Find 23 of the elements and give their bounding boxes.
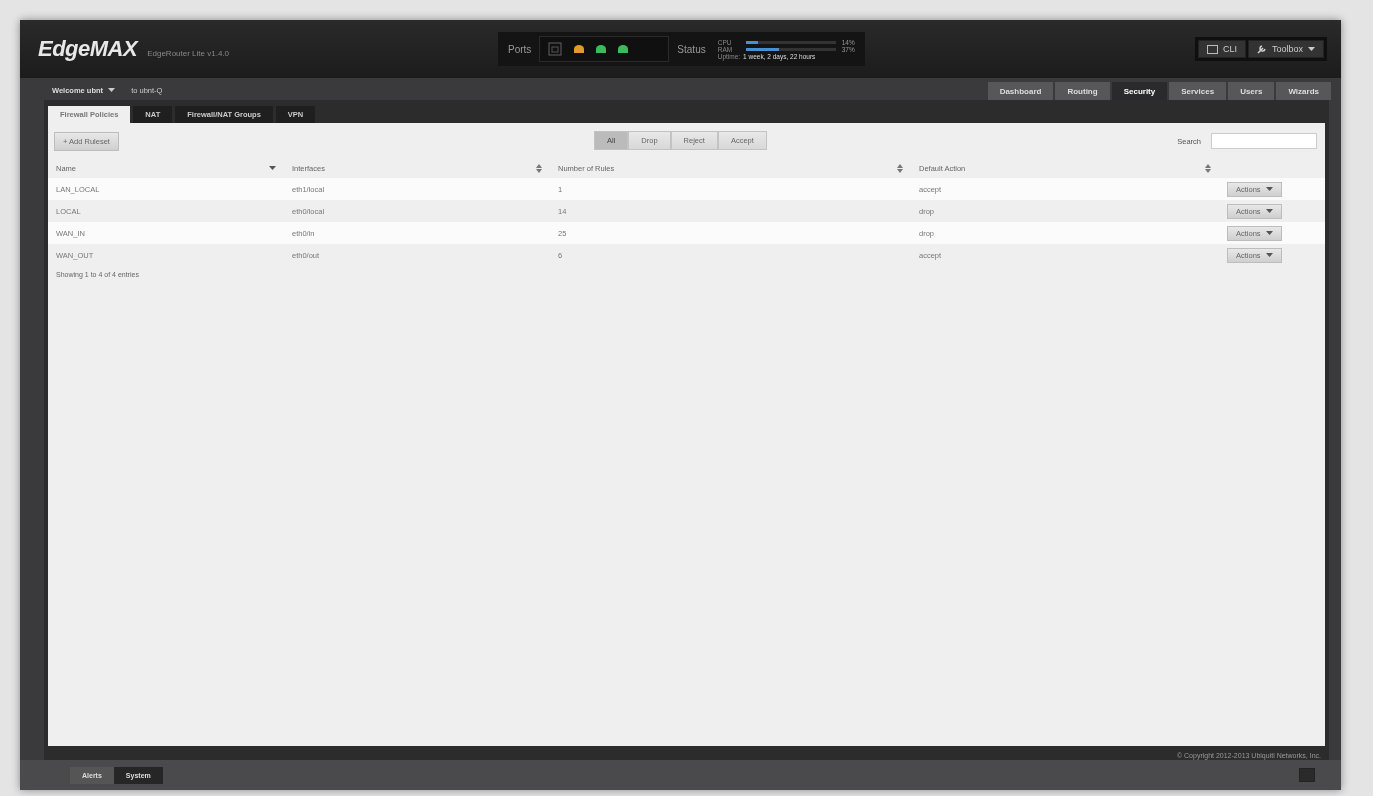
nav-tab[interactable]: Users — [1228, 82, 1275, 100]
terminal-icon — [1206, 44, 1218, 54]
caret-icon — [1265, 230, 1273, 236]
port-icon — [548, 42, 563, 56]
caret-icon — [108, 87, 116, 93]
status-label: Status — [677, 43, 706, 55]
nav-tab[interactable]: Wizards — [1276, 82, 1331, 100]
search-field[interactable] — [1211, 133, 1317, 149]
toolbox-button[interactable]: Toolbox — [1247, 40, 1324, 58]
caret-icon — [1265, 208, 1273, 214]
caret-icon — [1308, 46, 1315, 52]
ports-label: Ports — [508, 43, 532, 55]
wrench-icon — [1256, 44, 1267, 54]
nav-tab[interactable]: Security — [1111, 82, 1168, 100]
logo: EdgeMAX — [38, 36, 138, 62]
cli-button[interactable]: CLI — [1197, 40, 1246, 58]
nav-tab[interactable]: Routing — [1055, 82, 1110, 100]
expand-button[interactable] — [1299, 768, 1315, 782]
product-version: EdgeRouter Lite v1.4.0 — [147, 49, 230, 58]
nav-tab[interactable]: Services — [1169, 82, 1227, 100]
caret-icon — [1265, 252, 1273, 258]
nav-tab[interactable]: Dashboard — [987, 82, 1054, 100]
caret-icon — [1265, 186, 1273, 192]
